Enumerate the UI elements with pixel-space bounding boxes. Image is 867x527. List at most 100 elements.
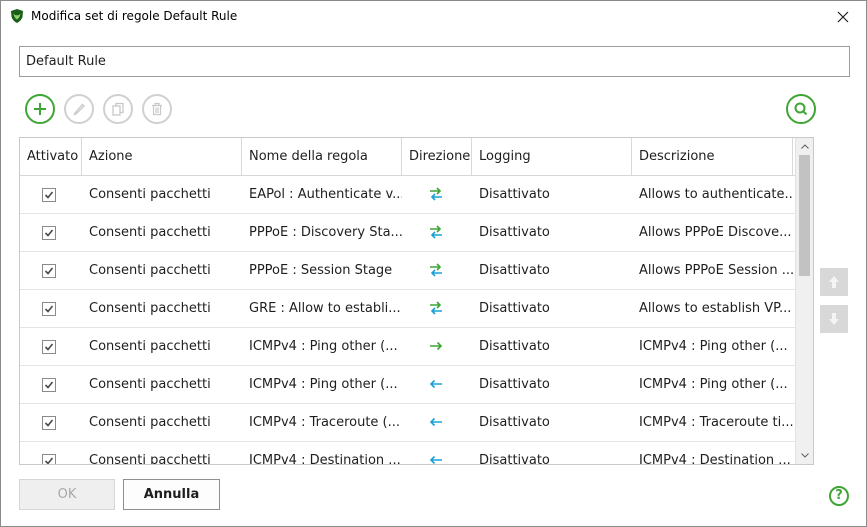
search-icon <box>794 102 808 116</box>
enabled-cell <box>20 176 82 213</box>
table-row[interactable]: Consenti pacchetti ICMPv4 : Ping other (.… <box>20 366 795 404</box>
rule-name-cell: EAPol : Authenticate v... <box>249 187 402 202</box>
logging-cell: Disattivato <box>479 225 550 240</box>
table-row[interactable]: Consenti pacchetti ICMPv4 : Destination .… <box>20 442 795 464</box>
description-cell: ICMPv4 : Traceroute ti... <box>639 415 793 430</box>
table-row[interactable]: Consenti pacchetti GRE : Allow to establi… <box>20 290 795 328</box>
move-up-button[interactable] <box>820 268 848 296</box>
table-row[interactable]: Consenti pacchetti PPPoE : Session Stage D… <box>20 252 795 290</box>
enabled-checkbox[interactable] <box>42 454 56 464</box>
description-cell: Allows to authenticate... <box>639 187 793 202</box>
table-row[interactable]: Consenti pacchetti ICMPv4 : Ping other (.… <box>20 328 795 366</box>
enabled-cell <box>20 366 82 403</box>
close-button[interactable] <box>820 1 866 32</box>
column-header-attivato[interactable]: Attivato <box>20 138 82 175</box>
logging-cell: Disattivato <box>479 263 550 278</box>
rule-name-cell: PPPoE : Session Stage <box>249 263 393 278</box>
direction-cell <box>402 252 472 289</box>
bidirectional-arrow-icon <box>430 301 442 315</box>
direction-cell <box>402 290 472 327</box>
add-rule-button[interactable] <box>25 94 55 124</box>
rules-table: Attivato Azione Nome della regola Direzi… <box>19 137 814 465</box>
column-header-logging[interactable]: Logging <box>472 138 632 175</box>
direction-cell <box>402 404 472 441</box>
delete-rule-button[interactable] <box>142 94 172 124</box>
rule-name-cell: ICMPv4 : Destination ... <box>249 453 401 464</box>
direction-cell <box>402 366 472 403</box>
action-cell: Consenti pacchetti <box>89 339 211 354</box>
action-cell: Consenti pacchetti <box>89 263 211 278</box>
enabled-cell <box>20 214 82 251</box>
enabled-cell <box>20 404 82 441</box>
copy-rule-button[interactable] <box>103 94 133 124</box>
scroll-down-button[interactable] <box>796 447 813 464</box>
bidirectional-arrow-icon <box>430 225 442 239</box>
pencil-icon <box>73 103 85 116</box>
enabled-cell <box>20 252 82 289</box>
enabled-checkbox[interactable] <box>42 264 56 278</box>
logging-cell: Disattivato <box>479 301 550 316</box>
ok-button[interactable]: OK <box>19 479 115 510</box>
enabled-checkbox[interactable] <box>42 302 56 316</box>
column-header-nome-regola[interactable]: Nome della regola <box>242 138 402 175</box>
direction-cell <box>402 328 472 365</box>
table-header: Attivato Azione Nome della regola Direzi… <box>20 138 795 176</box>
enabled-checkbox[interactable] <box>42 188 56 202</box>
checkmark-icon <box>44 457 54 464</box>
direction-cell <box>402 214 472 251</box>
logging-cell: Disattivato <box>479 377 550 392</box>
cancel-button[interactable]: Annulla <box>123 479 220 510</box>
outbound-arrow-icon <box>430 341 443 351</box>
vertical-scrollbar[interactable] <box>795 138 813 464</box>
help-button[interactable]: ? <box>829 486 849 506</box>
rule-name-cell: ICMPv4 : Ping other (... <box>249 377 398 392</box>
dialog-window: Modifica set di regole Default Rule Defa… <box>0 0 867 527</box>
close-icon <box>837 11 849 22</box>
enabled-checkbox[interactable] <box>42 226 56 240</box>
logging-cell: Disattivato <box>479 187 550 202</box>
action-cell: Consenti pacchetti <box>89 225 211 240</box>
table-row[interactable]: Consenti pacchetti ICMPv4 : Traceroute (.… <box>20 404 795 442</box>
checkmark-icon <box>44 267 54 275</box>
direction-cell <box>402 442 472 464</box>
inbound-arrow-icon <box>429 379 442 389</box>
action-cell: Consenti pacchetti <box>89 377 211 392</box>
title-bar: Modifica set di regole Default Rule <box>1 1 866 32</box>
arrow-up-icon <box>829 276 839 288</box>
trash-icon <box>152 102 162 116</box>
table-row[interactable]: Consenti pacchetti PPPoE : Discovery Sta.… <box>20 214 795 252</box>
description-cell: Allows PPPoE Discove... <box>639 225 792 240</box>
scrollbar-thumb[interactable] <box>799 155 810 276</box>
copy-icon <box>112 102 124 116</box>
scroll-up-button[interactable] <box>796 138 813 155</box>
action-cell: Consenti pacchetti <box>89 187 211 202</box>
rule-name-cell: ICMPv4 : Traceroute (... <box>249 415 401 430</box>
column-header-direzione[interactable]: Direzione <box>402 138 472 175</box>
ruleset-name-input[interactable] <box>19 46 850 77</box>
description-cell: ICMPv4 : Ping other (... <box>639 377 788 392</box>
action-cell: Consenti pacchetti <box>89 415 211 430</box>
table-row[interactable]: Consenti pacchetti EAPol : Authenticate v… <box>20 176 795 214</box>
column-header-descrizione[interactable]: Descrizione <box>632 138 793 175</box>
column-header-azione[interactable]: Azione <box>82 138 242 175</box>
app-shield-icon <box>11 9 23 23</box>
edit-rule-button[interactable] <box>64 94 94 124</box>
enabled-checkbox[interactable] <box>42 378 56 392</box>
inbound-arrow-icon <box>429 417 442 427</box>
action-cell: Consenti pacchetti <box>89 453 211 464</box>
checkmark-icon <box>44 305 54 313</box>
checkmark-icon <box>44 191 54 199</box>
enabled-checkbox[interactable] <box>42 340 56 354</box>
enabled-checkbox[interactable] <box>42 416 56 430</box>
enabled-cell <box>20 442 82 464</box>
enabled-cell <box>20 328 82 365</box>
search-button[interactable] <box>786 94 816 124</box>
rule-name-cell: PPPoE : Discovery Sta... <box>249 225 402 240</box>
move-down-button[interactable] <box>820 305 848 333</box>
table-body: Consenti pacchetti EAPol : Authenticate v… <box>20 176 795 464</box>
rule-name-cell: GRE : Allow to establi... <box>249 301 401 316</box>
plus-icon <box>34 103 46 115</box>
logging-cell: Disattivato <box>479 415 550 430</box>
logging-cell: Disattivato <box>479 453 550 464</box>
description-cell: ICMPv4 : Ping other (... <box>639 339 788 354</box>
